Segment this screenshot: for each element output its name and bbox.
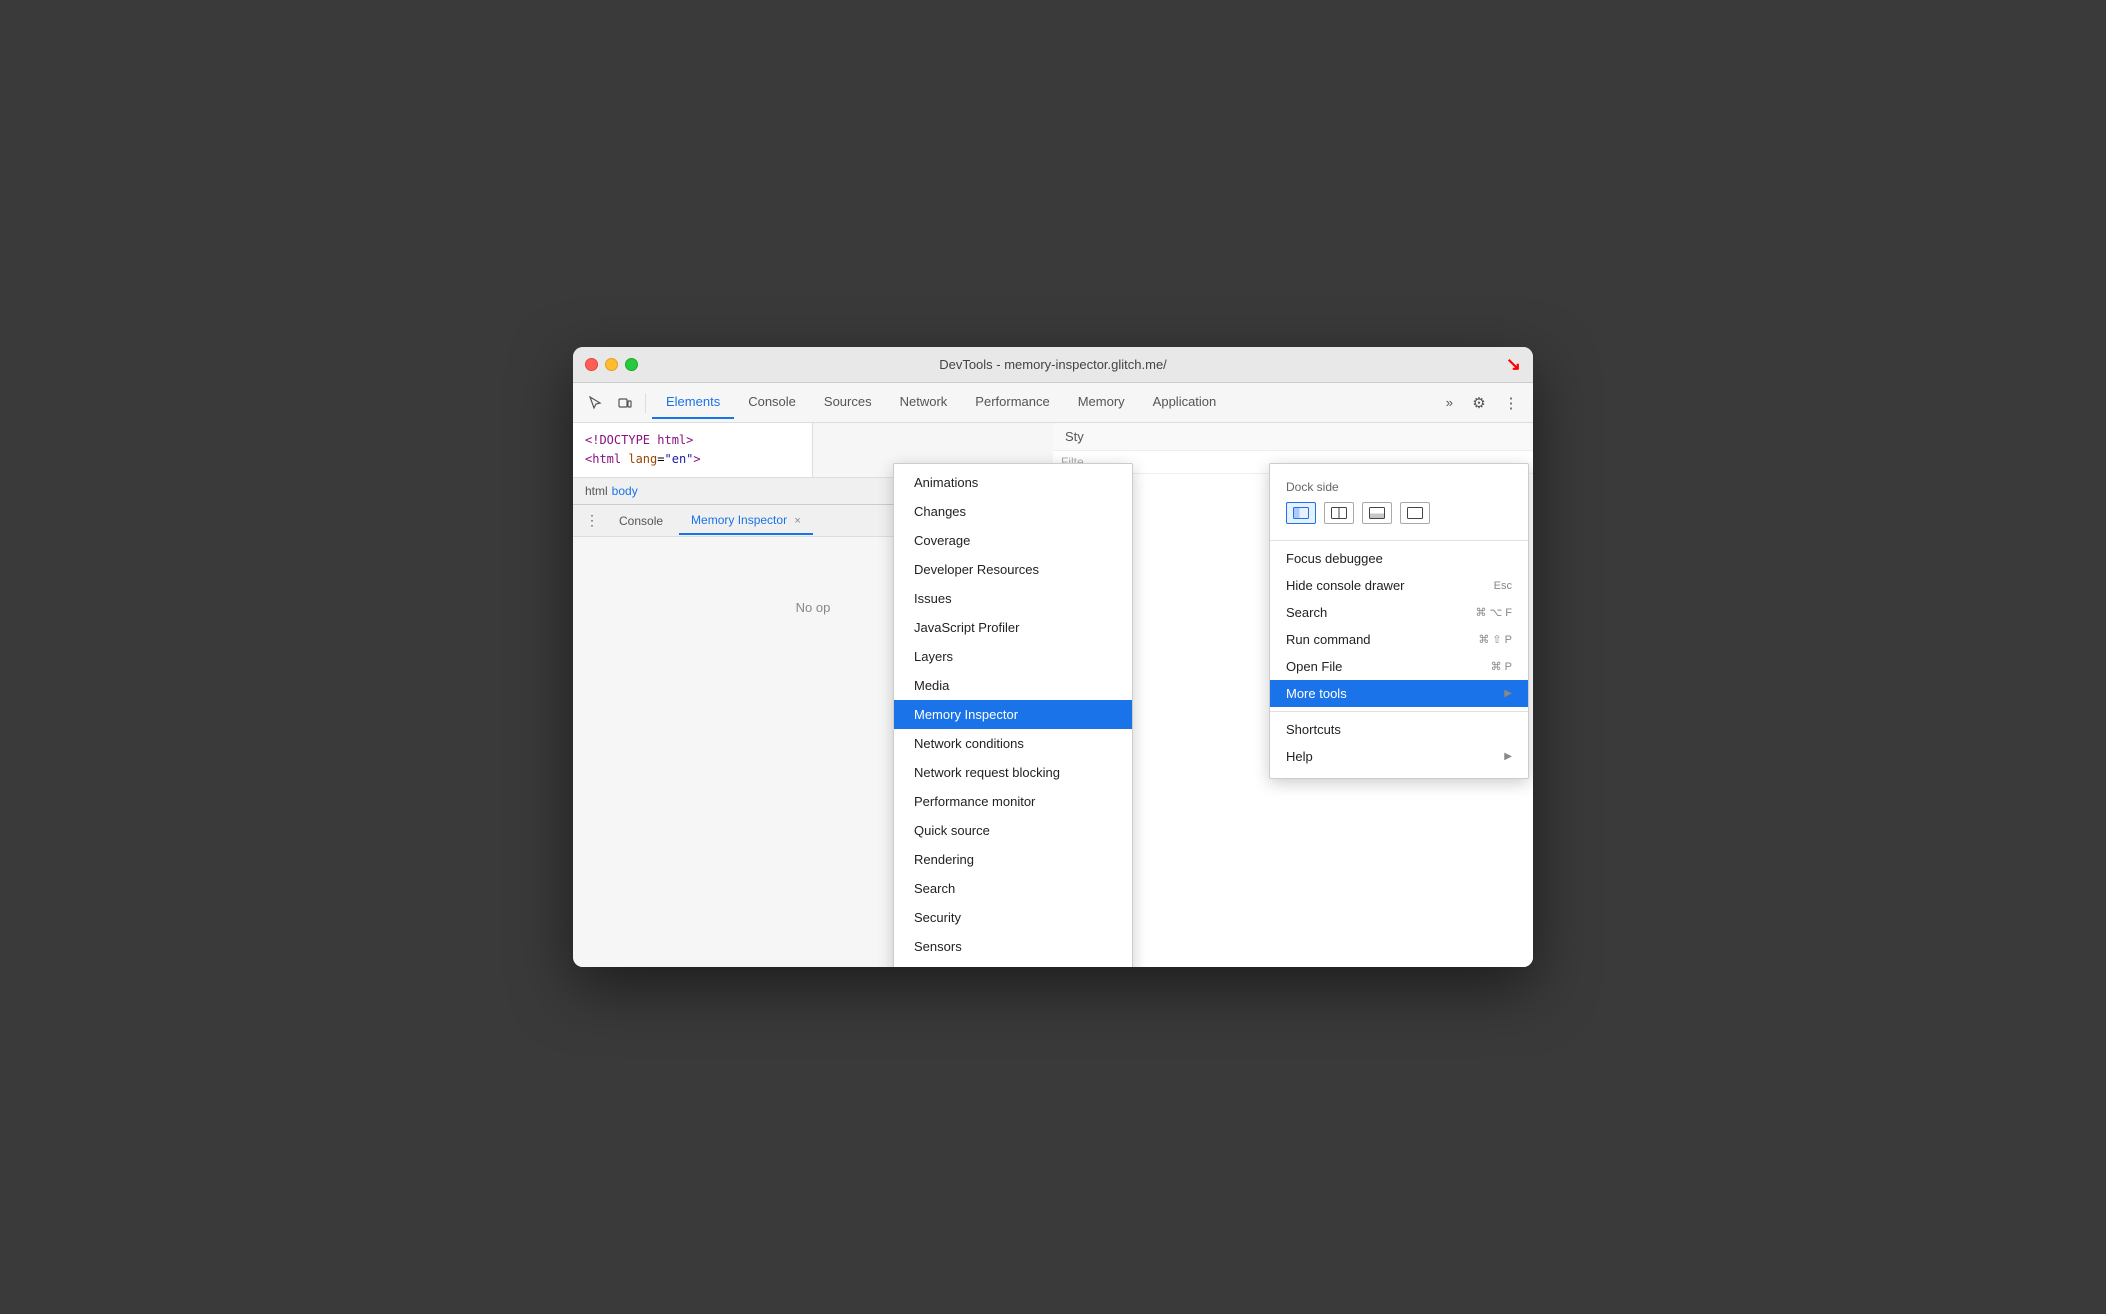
cursor-icon[interactable]	[581, 389, 609, 417]
tab-network[interactable]: Network	[886, 386, 962, 419]
menu-item-performance-monitor[interactable]: Performance monitor	[894, 787, 1132, 816]
equals: =	[657, 452, 664, 466]
drawer-tab-console[interactable]: Console	[607, 508, 675, 534]
focus-debuggee-label: Focus debuggee	[1286, 551, 1383, 566]
dom-panel: <!DOCTYPE html> <html lang="en">	[573, 423, 813, 477]
menu-item-quick-source[interactable]: Quick source	[894, 816, 1132, 845]
menu-item-layers[interactable]: Layers	[894, 642, 1132, 671]
drawer-tab-dots[interactable]: ⋮	[581, 508, 603, 533]
menu-item-security[interactable]: Security	[894, 903, 1132, 932]
menu-item-issues[interactable]: Issues	[894, 584, 1132, 613]
dock-split-btn[interactable]	[1324, 502, 1354, 524]
breadcrumb-html[interactable]: html	[585, 484, 608, 498]
tab-console[interactable]: Console	[734, 386, 810, 419]
dock-icons	[1286, 502, 1512, 524]
titlebar: DevTools - memory-inspector.glitch.me/ ↘	[573, 347, 1533, 383]
toolbar-right: » ⚙ ⋮	[1438, 389, 1525, 417]
more-tabs-button[interactable]: »	[1438, 389, 1461, 416]
menu-item-sensors[interactable]: Sensors	[894, 932, 1132, 961]
lang-val: "en"	[665, 452, 694, 466]
minimize-button[interactable]	[605, 358, 618, 371]
settings-open-file[interactable]: Open File ⌘ P	[1270, 653, 1528, 680]
tab-sources[interactable]: Sources	[810, 386, 886, 419]
arrow-icon: ↘	[1506, 354, 1521, 375]
menu-item-developer-resources[interactable]: Developer Resources	[894, 555, 1132, 584]
open-file-label: Open File	[1286, 659, 1342, 674]
no-op-text: No op	[796, 600, 831, 615]
search-label: Search	[1286, 605, 1327, 620]
undock-btn[interactable]	[1400, 502, 1430, 524]
more-tools-dropdown: Animations Changes Coverage Developer Re…	[893, 463, 1133, 967]
settings-hide-console-drawer[interactable]: Hide console drawer Esc	[1270, 572, 1528, 599]
more-tools-chevron-icon: ▶	[1504, 688, 1512, 699]
lang-attr: lang	[628, 452, 657, 466]
dom-line-1: <!DOCTYPE html>	[585, 431, 800, 450]
breadcrumb-body[interactable]: body	[612, 484, 638, 498]
drawer-tab-close-icon[interactable]: ×	[794, 515, 800, 527]
html-tag: <html	[585, 452, 628, 466]
help-label: Help	[1286, 749, 1313, 764]
settings-more-tools[interactable]: More tools ▶	[1270, 680, 1528, 707]
settings-dropdown: Dock side	[1269, 463, 1529, 779]
tab-performance[interactable]: Performance	[961, 386, 1063, 419]
tab-application[interactable]: Application	[1139, 386, 1231, 419]
menu-item-rendering[interactable]: Rendering	[894, 845, 1132, 874]
menu-item-webaudio[interactable]: WebAudio	[894, 961, 1132, 967]
tab-elements[interactable]: Elements	[652, 386, 734, 419]
hide-console-drawer-label: Hide console drawer	[1286, 578, 1405, 593]
devtools-container: Elements Console Sources Network Perform…	[573, 383, 1533, 967]
dock-side-label: Dock side	[1286, 480, 1512, 494]
toolbar-separator-1	[645, 393, 646, 413]
window-title: DevTools - memory-inspector.glitch.me/	[939, 357, 1167, 372]
run-command-label: Run command	[1286, 632, 1371, 647]
menu-item-javascript-profiler[interactable]: JavaScript Profiler	[894, 613, 1132, 642]
customize-button[interactable]: ⋮	[1497, 389, 1525, 417]
search-shortcut: ⌘ ⌥ F	[1475, 606, 1512, 619]
settings-button[interactable]: ⚙	[1465, 389, 1493, 417]
more-tools-label: More tools	[1286, 686, 1347, 701]
run-command-shortcut: ⌘ ⇧ P	[1478, 633, 1512, 646]
maximize-button[interactable]	[625, 358, 638, 371]
close-button[interactable]	[585, 358, 598, 371]
dock-left-btn[interactable]	[1286, 502, 1316, 524]
main-tabs: Elements Console Sources Network Perform…	[652, 386, 1436, 419]
menu-item-memory-inspector[interactable]: Memory Inspector	[894, 700, 1132, 729]
settings-help[interactable]: Help ▶	[1270, 743, 1528, 770]
device-toggle-icon[interactable]	[611, 389, 639, 417]
open-file-shortcut: ⌘ P	[1491, 660, 1512, 673]
shortcuts-label: Shortcuts	[1286, 722, 1341, 737]
menu-item-media[interactable]: Media	[894, 671, 1132, 700]
content-area: <!DOCTYPE html> <html lang="en"> html bo…	[573, 423, 1533, 967]
settings-shortcuts[interactable]: Shortcuts	[1270, 716, 1528, 743]
devtools-window: DevTools - memory-inspector.glitch.me/ ↘…	[573, 347, 1533, 967]
styles-header: Sty	[1053, 423, 1533, 451]
menu-item-animations[interactable]: Animations	[894, 468, 1132, 497]
settings-search[interactable]: Search ⌘ ⌥ F	[1270, 599, 1528, 626]
settings-separator-2	[1270, 711, 1528, 712]
hide-console-drawer-shortcut: Esc	[1494, 580, 1512, 592]
drawer-tab-memory-inspector[interactable]: Memory Inspector ×	[679, 507, 813, 535]
doctype-text: <!DOCTYPE html>	[585, 433, 693, 447]
menu-item-changes[interactable]: Changes	[894, 497, 1132, 526]
settings-focus-debuggee[interactable]: Focus debuggee	[1270, 545, 1528, 572]
help-chevron-icon: ▶	[1504, 751, 1512, 762]
settings-separator-1	[1270, 540, 1528, 541]
menu-item-network-request-blocking[interactable]: Network request blocking	[894, 758, 1132, 787]
settings-run-command[interactable]: Run command ⌘ ⇧ P	[1270, 626, 1528, 653]
menu-item-search[interactable]: Search	[894, 874, 1132, 903]
menu-item-network-conditions[interactable]: Network conditions	[894, 729, 1132, 758]
traffic-lights	[585, 358, 638, 371]
menu-item-coverage[interactable]: Coverage	[894, 526, 1132, 555]
dock-side-section: Dock side	[1270, 472, 1528, 536]
dom-line-2: <html lang="en">	[585, 450, 800, 469]
dock-bottom-btn[interactable]	[1362, 502, 1392, 524]
tab-memory[interactable]: Memory	[1064, 386, 1139, 419]
main-toolbar: Elements Console Sources Network Perform…	[573, 383, 1533, 423]
